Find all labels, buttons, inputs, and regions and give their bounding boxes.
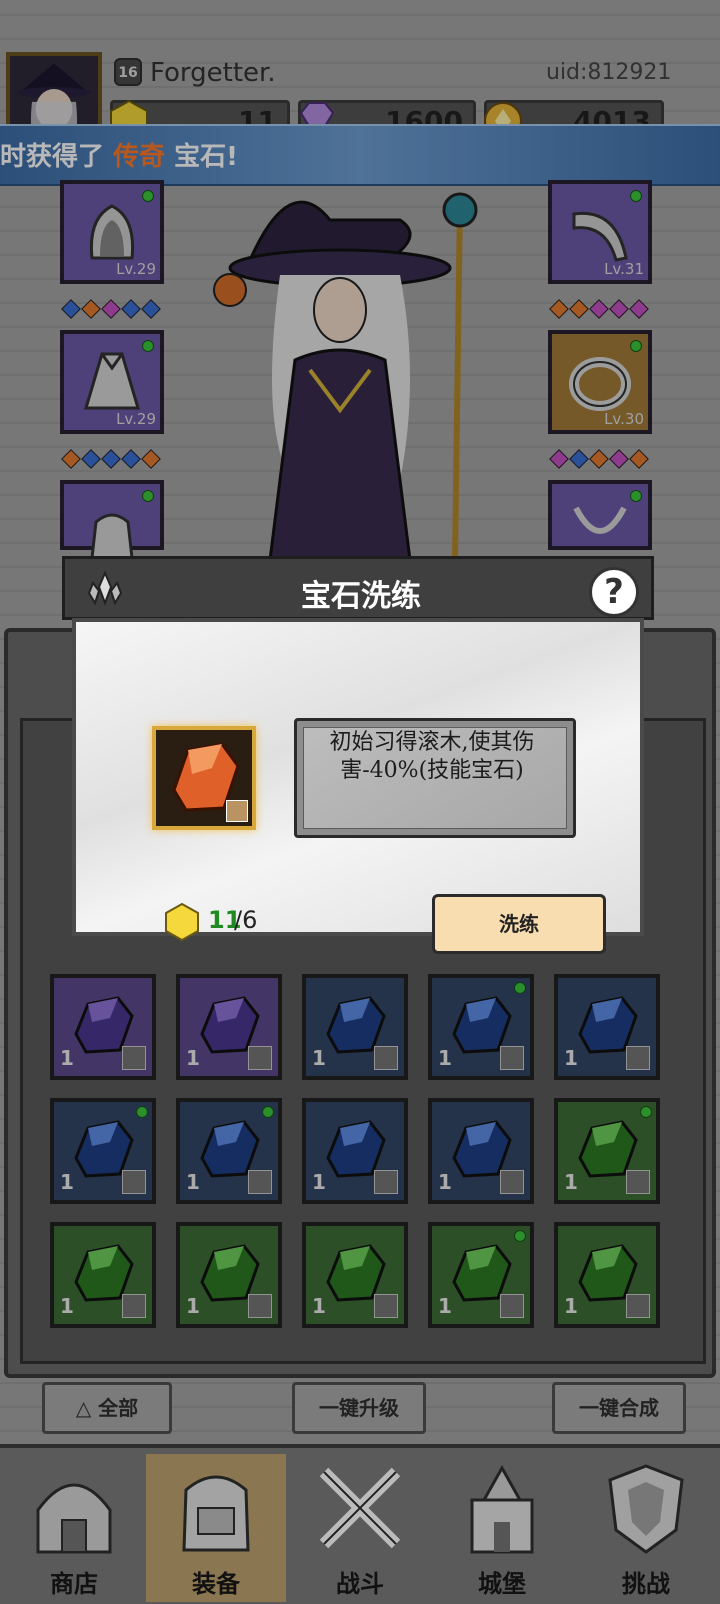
nav-equipment[interactable]: 装备 — [146, 1454, 286, 1602]
modal-title: 宝石洗练 — [301, 579, 421, 614]
filter-all-button[interactable]: △ 全部 — [42, 1382, 172, 1434]
help-button[interactable]: ? — [589, 567, 639, 617]
shop-icon — [36, 1483, 112, 1554]
merge-all-button[interactable]: 一键合成 — [552, 1382, 686, 1434]
upgrade-all-button[interactable]: 一键升级 — [292, 1382, 426, 1434]
nav-challenge[interactable]: 挑战 — [576, 1454, 716, 1602]
bottom-navigation: 商店 装备 战斗 城堡 挑战 — [0, 1444, 720, 1604]
nav-label: 城堡 — [478, 1570, 526, 1598]
refine-button[interactable]: 洗练 — [432, 894, 606, 954]
triangle-up-icon: △ — [75, 1396, 92, 1420]
nav-battle[interactable]: 战斗 — [290, 1454, 430, 1602]
nav-label: 战斗 — [336, 1570, 384, 1598]
shield-icon — [608, 1464, 684, 1554]
nav-label: 商店 — [50, 1570, 98, 1598]
gem-refine-modal: 宝石洗练 ? 初始习得滚木,使其伤害-40%(技能宝石) 11 /6 洗练 — [62, 556, 654, 954]
castle-icon — [470, 1464, 534, 1554]
crossed-swords-icon — [319, 1467, 401, 1549]
cost-need: /6 — [234, 906, 258, 934]
modal-body: 初始习得滚木,使其伤害-40%(技能宝石) 11 /6 洗练 — [72, 618, 644, 954]
skill-type-icon — [226, 800, 248, 822]
gem-description: 初始习得滚木,使其伤害-40%(技能宝石) — [329, 730, 535, 783]
selected-gem — [152, 726, 256, 830]
backpack-icon — [182, 1475, 250, 1552]
nav-shop[interactable]: 商店 — [4, 1454, 144, 1602]
modal-header: 宝石洗练 ? — [62, 556, 654, 620]
gem-description-box: 初始习得滚木,使其伤害-40%(技能宝石) — [294, 718, 576, 838]
hex-gem-icon — [165, 902, 199, 942]
nav-castle[interactable]: 城堡 — [432, 1454, 572, 1602]
filter-all-label: 全部 — [98, 1396, 139, 1420]
nav-label: 装备 — [192, 1570, 240, 1598]
nav-label: 挑战 — [622, 1570, 670, 1598]
